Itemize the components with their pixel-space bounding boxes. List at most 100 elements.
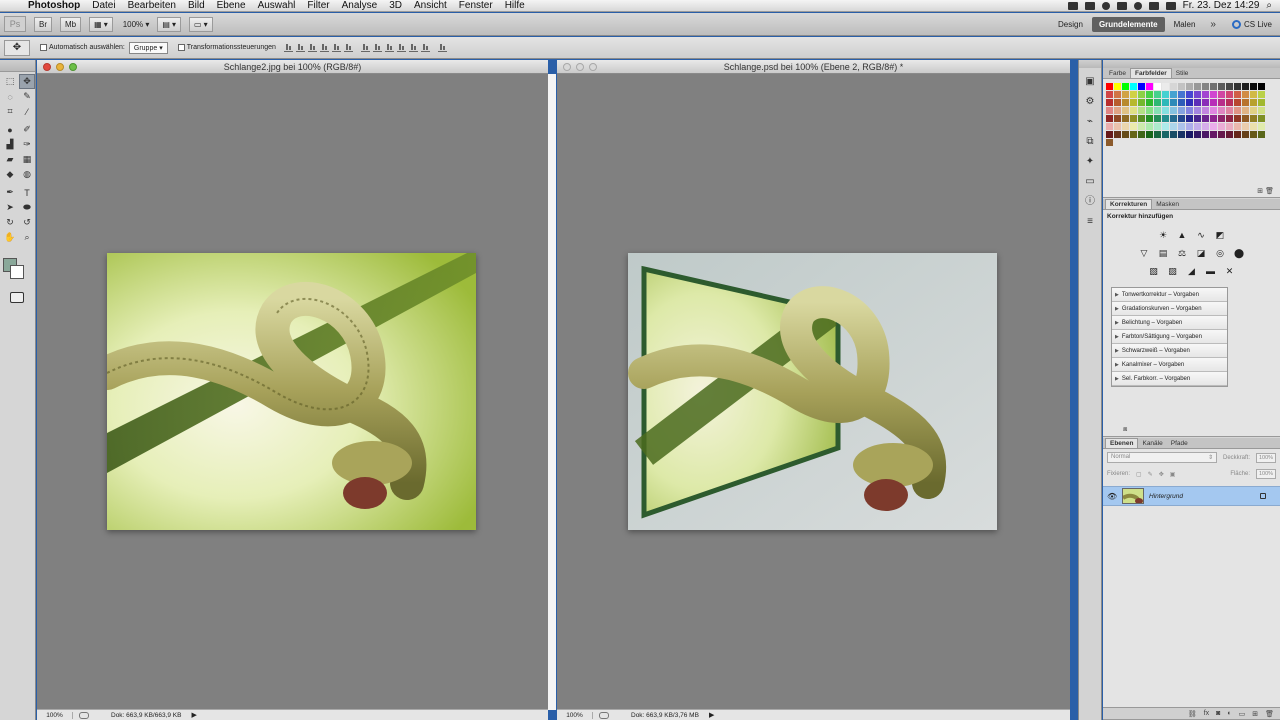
color-swatch[interactable] <box>1186 99 1193 106</box>
color-swatch[interactable] <box>1106 123 1113 130</box>
menu-ansicht[interactable]: Ansicht <box>408 0 453 12</box>
auto-select-checkbox[interactable]: Automatisch auswählen: <box>40 44 125 51</box>
view-extras-button[interactable]: ▦ ▾ <box>89 16 113 32</box>
color-swatch[interactable] <box>1122 83 1129 90</box>
blur-tool-icon[interactable]: ◆ <box>2 167 18 182</box>
color-swatch[interactable] <box>1178 123 1185 130</box>
brightness-contrast-icon[interactable]: ☀ <box>1157 229 1169 241</box>
menu-datei[interactable]: Datei <box>86 0 121 12</box>
color-swatch[interactable] <box>1178 115 1185 122</box>
3d-rotate-tool-icon[interactable]: ↻ <box>2 215 18 230</box>
color-swatch[interactable] <box>1218 115 1225 122</box>
color-swatch[interactable] <box>1194 107 1201 114</box>
color-balance-icon[interactable]: ⚖ <box>1176 247 1188 259</box>
color-swatch[interactable] <box>1122 131 1129 138</box>
clone-stamp-tool-icon[interactable]: ▟ <box>2 137 18 152</box>
color-swatch[interactable] <box>1162 91 1169 98</box>
color-swatch[interactable] <box>1114 115 1121 122</box>
pen-tool-icon[interactable]: ✒ <box>2 185 18 200</box>
color-swatch[interactable] <box>1210 99 1217 106</box>
color-swatch[interactable] <box>1202 115 1209 122</box>
color-swatch[interactable] <box>1218 107 1225 114</box>
color-swatch[interactable] <box>1122 91 1129 98</box>
color-swatch[interactable] <box>1114 131 1121 138</box>
color-swatch[interactable] <box>1122 123 1129 130</box>
color-swatch[interactable] <box>1242 99 1249 106</box>
color-swatch[interactable] <box>1154 83 1161 90</box>
color-swatch[interactable] <box>1226 115 1233 122</box>
color-swatch[interactable] <box>1114 99 1121 106</box>
color-swatch[interactable] <box>1186 107 1193 114</box>
color-swatch[interactable] <box>1162 83 1169 90</box>
color-swatch[interactable] <box>1210 131 1217 138</box>
fill-field[interactable]: 100% <box>1256 469 1276 479</box>
zoom-level-select[interactable]: 100% ▾ <box>123 20 150 29</box>
vibrance-icon[interactable]: ▽ <box>1138 247 1150 259</box>
spotlight-icon[interactable]: ⌕ <box>1266 0 1272 11</box>
color-swatch[interactable] <box>1258 123 1265 130</box>
canvas-image-schlange-psd[interactable] <box>628 253 997 530</box>
color-swatch[interactable] <box>1154 115 1161 122</box>
menu-clock[interactable]: Fr. 23. Dez 14:29 <box>1183 0 1260 11</box>
3d-orbit-tool-icon[interactable]: ↺ <box>19 215 35 230</box>
color-swatch[interactable] <box>1138 123 1145 130</box>
link-layers-icon[interactable]: ⛓ <box>1188 710 1197 718</box>
shape-tool-icon[interactable]: ⬬ <box>19 200 35 215</box>
lock-all-icon[interactable]: ▣ <box>1170 471 1176 478</box>
dodge-tool-icon[interactable]: ◍ <box>19 167 35 182</box>
trash-icon[interactable]: 🗑 <box>1265 710 1274 718</box>
distribute-vcenter-icon[interactable] <box>372 43 382 52</box>
color-swatch[interactable] <box>1122 107 1129 114</box>
photo-filter-icon[interactable]: ◎ <box>1214 247 1226 259</box>
color-swatch[interactable] <box>1186 83 1193 90</box>
color-swatch[interactable] <box>1106 83 1113 90</box>
document-title-bar[interactable]: Schlange.psd bei 100% (Ebene 2, RGB/8#) … <box>557 60 1070 74</box>
distribute-hcenter-icon[interactable] <box>408 43 418 52</box>
tools-panel-header[interactable] <box>0 60 35 72</box>
color-swatch[interactable] <box>1194 123 1201 130</box>
wifi-icon[interactable] <box>1133 1 1142 10</box>
color-swatch[interactable] <box>1210 107 1217 114</box>
color-swatch[interactable] <box>1130 91 1137 98</box>
bluetooth-icon[interactable] <box>1116 1 1127 10</box>
color-swatch[interactable] <box>1210 115 1217 122</box>
color-swatch[interactable] <box>1226 131 1233 138</box>
menu-analyse[interactable]: Analyse <box>336 0 384 12</box>
calendar-icon[interactable] <box>1084 1 1095 10</box>
color-swatch[interactable] <box>1242 91 1249 98</box>
color-swatch[interactable] <box>1146 123 1153 130</box>
levels-icon[interactable]: ▲ <box>1176 229 1188 241</box>
exposure-icon[interactable]: ◩ <box>1214 229 1226 241</box>
color-swatch[interactable] <box>1154 107 1161 114</box>
info-panel-icon[interactable]: ⓘ <box>1083 196 1097 208</box>
status-icon[interactable] <box>599 711 609 719</box>
color-swatch[interactable] <box>1170 107 1177 114</box>
color-swatch[interactable] <box>1234 115 1241 122</box>
color-swatch[interactable] <box>1234 131 1241 138</box>
color-swatch[interactable] <box>1218 131 1225 138</box>
color-swatch[interactable] <box>1186 123 1193 130</box>
eraser-tool-icon[interactable]: ▰ <box>2 152 18 167</box>
clip-layer-icon[interactable]: ⧈ <box>1123 426 1127 433</box>
color-swatch[interactable] <box>1114 83 1121 90</box>
quick-mask-icon[interactable] <box>10 292 24 303</box>
color-swatch[interactable] <box>1258 99 1265 106</box>
color-swatch[interactable] <box>1138 99 1145 106</box>
workspace-malen[interactable]: Malen <box>1167 17 1203 32</box>
tab-stile[interactable]: Stile <box>1172 69 1193 78</box>
history-brush-tool-icon[interactable]: ✑ <box>19 137 35 152</box>
invert-icon[interactable]: ▧ <box>1148 265 1160 277</box>
color-swatch[interactable] <box>1154 91 1161 98</box>
status-menu-arrow-icon[interactable]: ▶ <box>191 711 196 719</box>
color-swatch[interactable] <box>1250 107 1257 114</box>
selective-color-icon[interactable]: ✕ <box>1224 265 1236 277</box>
menu-auswahl[interactable]: Auswahl <box>252 0 302 12</box>
color-swatch[interactable] <box>1242 115 1249 122</box>
status-zoom-field[interactable]: 100% <box>37 711 73 719</box>
color-swatch[interactable] <box>1202 107 1209 114</box>
color-swatch[interactable] <box>1178 83 1185 90</box>
color-swatch[interactable] <box>1210 91 1217 98</box>
preset-item[interactable]: ▶ Tonwertkorrektur – Vorgaben <box>1112 288 1227 302</box>
color-swatch[interactable] <box>1194 131 1201 138</box>
tab-korrekturen[interactable]: Korrekturen <box>1105 199 1153 209</box>
